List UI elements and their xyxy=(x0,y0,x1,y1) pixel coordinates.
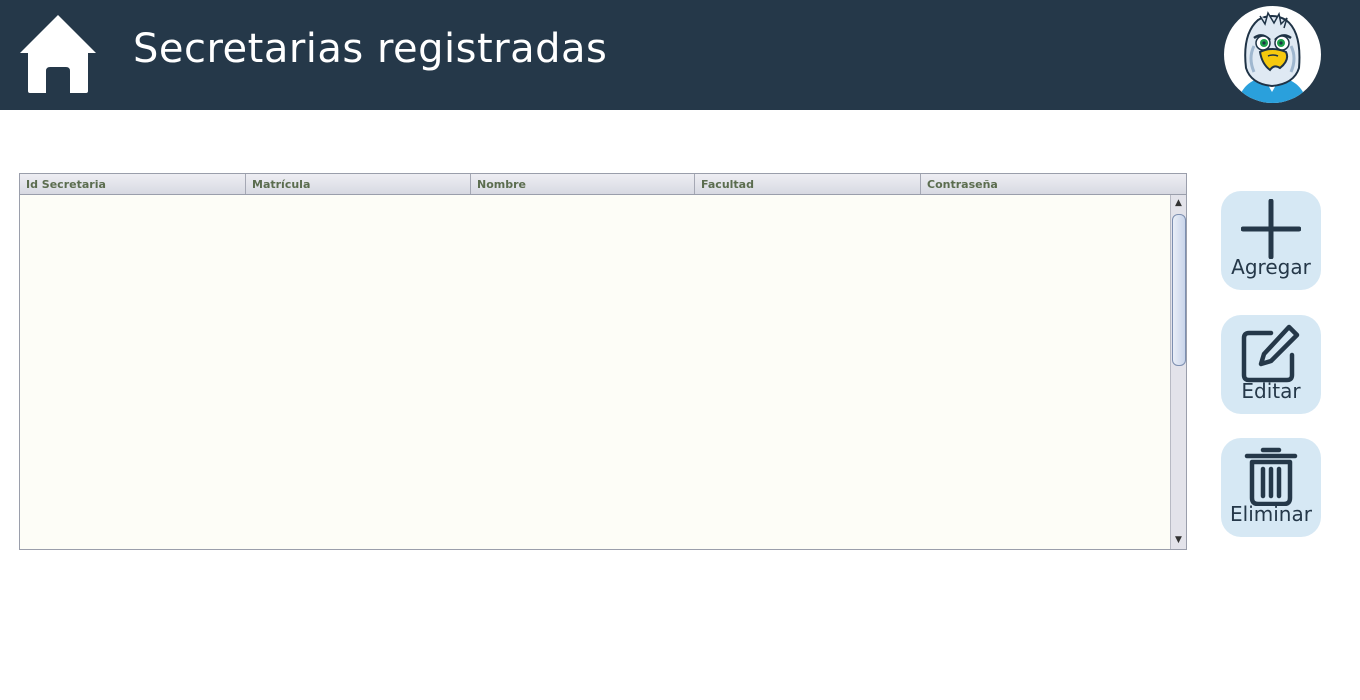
avatar xyxy=(1224,6,1321,103)
column-header-nombre[interactable]: Nombre xyxy=(471,174,695,194)
edit-button-label: Editar xyxy=(1241,379,1301,403)
plus-icon xyxy=(1241,199,1301,259)
scrollbar-thumb[interactable] xyxy=(1172,214,1186,366)
vertical-scrollbar[interactable]: ▲ ▼ xyxy=(1170,195,1186,549)
column-header-matricula[interactable]: Matrícula xyxy=(246,174,471,194)
secretarias-table[interactable]: Id Secretaria Matrícula Nombre Facultad … xyxy=(19,173,1187,550)
column-header-contrasena[interactable]: Contraseña xyxy=(921,174,1171,194)
page-title: Secretarias registradas xyxy=(133,26,608,72)
delete-button[interactable]: Eliminar xyxy=(1221,438,1321,537)
add-button-label: Agregar xyxy=(1231,255,1311,279)
scroll-up-arrow-icon[interactable]: ▲ xyxy=(1171,195,1186,211)
home-icon xyxy=(20,15,96,93)
eagle-mascot-icon xyxy=(1224,6,1321,103)
table-body[interactable] xyxy=(20,195,1170,549)
edit-button[interactable]: Editar xyxy=(1221,315,1321,414)
table-header-corner xyxy=(1170,174,1186,194)
table-header: Id Secretaria Matrícula Nombre Facultad … xyxy=(20,174,1186,195)
column-header-facultad[interactable]: Facultad xyxy=(695,174,921,194)
app-header: Secretarias registradas xyxy=(0,0,1360,110)
home-button[interactable] xyxy=(18,13,98,93)
trash-icon xyxy=(1244,447,1298,506)
delete-button-label: Eliminar xyxy=(1230,502,1312,526)
edit-pencil-icon xyxy=(1241,324,1300,383)
column-header-id-secretaria[interactable]: Id Secretaria xyxy=(20,174,246,194)
add-button[interactable]: Agregar xyxy=(1221,191,1321,290)
scroll-down-arrow-icon[interactable]: ▼ xyxy=(1171,532,1186,548)
